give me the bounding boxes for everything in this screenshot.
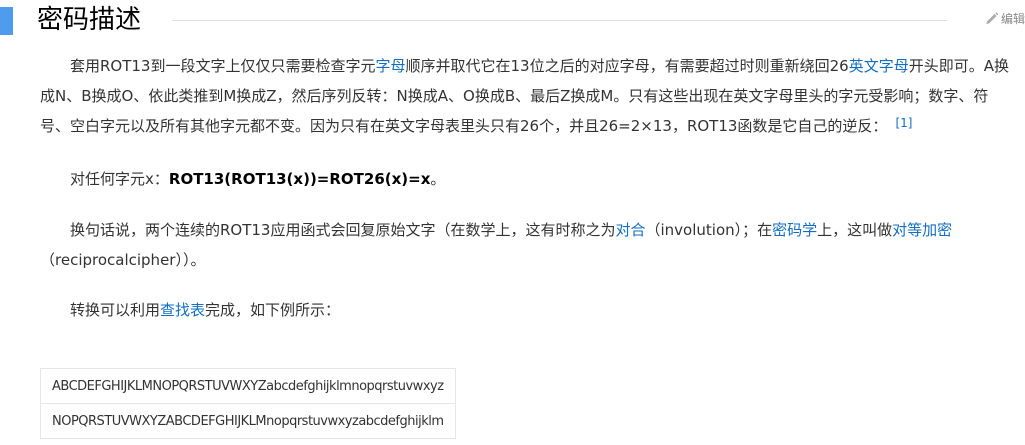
link-lookup-table[interactable]: 查找表 (160, 301, 205, 319)
table-row: ABCDEFGHIJKLMNOPQRSTUVWXYZabcdefghijklmn… (40, 368, 456, 404)
section-content: 套用ROT13到一段文字上仅仅只需要检查字元字母顺序并取代它在13位之后的对应字… (40, 51, 1018, 325)
formula-text: ROT13(ROT13(x))=ROT26(x)=x (168, 170, 431, 188)
paragraph1-text-2: 顺序并取代它在13位之后的对应字母，有需要超过时则重新绕回26 (405, 57, 849, 75)
link-cryptography[interactable]: 密码学 (772, 221, 817, 239)
paragraph-rot13-description: 套用ROT13到一段文字上仅仅只需要检查字元字母顺序并取代它在13位之后的对应字… (40, 51, 1018, 141)
reference-1[interactable]: [1] (895, 116, 912, 130)
section-header: 密码描述 编辑 (0, 0, 1025, 44)
link-reciprocal-cipher[interactable]: 对等加密 (892, 221, 952, 239)
pencil-icon (986, 12, 999, 24)
formula-suffix: 。 (430, 170, 446, 188)
edit-label: 编辑 (1000, 12, 1025, 26)
link-involution[interactable]: 对合 (615, 221, 645, 239)
formula-prefix: 对任何字元x： (70, 170, 169, 188)
section-title: 密码描述 (37, 5, 142, 35)
rot13-mapping-table: ABCDEFGHIJKLMNOPQRSTUVWXYZabcdefghijklmn… (40, 368, 456, 439)
paragraph-formula: 对任何字元x：ROT13(ROT13(x))=ROT26(x)=x。 (40, 164, 1018, 194)
title-divider (172, 20, 947, 21)
paragraph3-text-2: （involution）；在 (645, 221, 773, 239)
link-english-alphabet[interactable]: 英文字母 (849, 57, 909, 75)
table-cell-plain-alphabet: ABCDEFGHIJKLMNOPQRSTUVWXYZabcdefghijklmn… (40, 368, 456, 404)
section-accent-bar (0, 7, 13, 35)
paragraph3-text-3: 上，这叫做 (817, 221, 893, 239)
paragraph-involution: 换句话说，两个连续的ROT13应用函式会回复原始文字（在数学上，这有时称之为对合… (40, 215, 1018, 275)
paragraph3-text-1: 换句话说，两个连续的ROT13应用函式会回复原始文字（在数学上，这有时称之为 (70, 221, 616, 239)
paragraph4-text-2: 完成，如下例所示： (205, 301, 341, 319)
paragraph1-text-1: 套用ROT13到一段文字上仅仅只需要检查字元 (70, 57, 376, 75)
table-row: NOPQRSTUVWXYZABCDEFGHIJKLMnopqrstuvwxyza… (40, 403, 456, 439)
paragraph-lookup-table: 转换可以利用查找表完成，如下例所示： (40, 295, 1018, 325)
paragraph3-text-4: （reciprocalcipher））。 (40, 251, 206, 269)
table-cell-rot13-alphabet: NOPQRSTUVWXYZABCDEFGHIJKLMnopqrstuvwxyza… (40, 403, 456, 439)
edit-button[interactable]: 编辑 (985, 11, 1025, 27)
link-letter[interactable]: 字母 (375, 57, 405, 75)
paragraph4-text-1: 转换可以利用 (70, 301, 161, 319)
